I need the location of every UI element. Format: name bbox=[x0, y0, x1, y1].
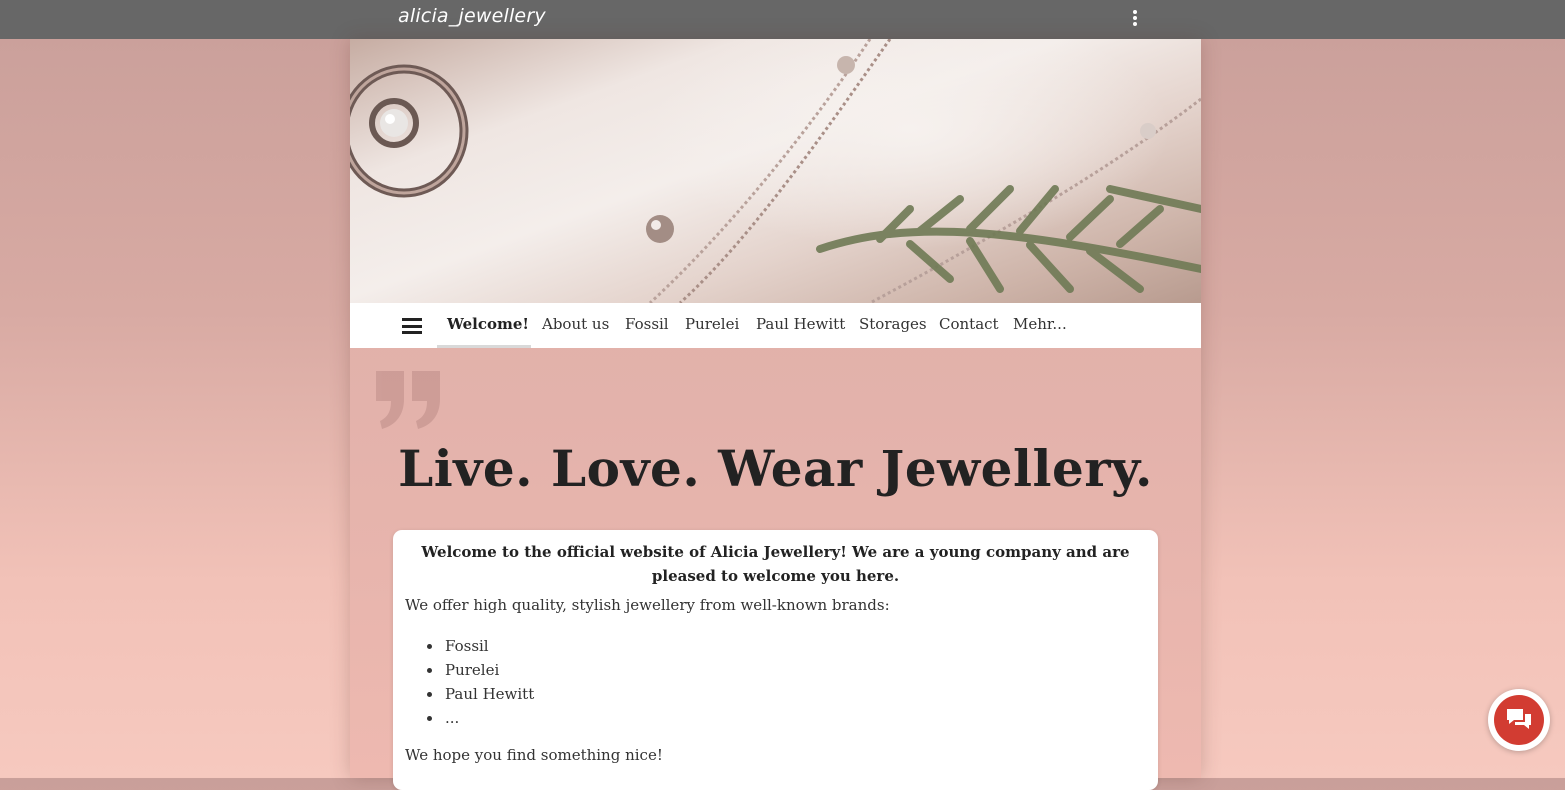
nav-item-more[interactable]: Mehr... bbox=[1013, 315, 1067, 333]
active-tab-indicator bbox=[437, 345, 531, 348]
site-brand[interactable]: alicia_jewellery bbox=[398, 5, 546, 27]
chat-button[interactable] bbox=[1488, 689, 1550, 751]
list-item: Purelei bbox=[425, 658, 534, 682]
jewellery-necklace-photo bbox=[350, 39, 1201, 303]
top-bar: alicia_jewellery bbox=[0, 0, 1565, 39]
quote-icon bbox=[376, 371, 440, 429]
welcome-card: Welcome to the official website of Alici… bbox=[393, 530, 1158, 790]
main-navigation: Welcome! About us Fossil Purelei Paul He… bbox=[350, 303, 1201, 348]
nav-item-contact[interactable]: Contact bbox=[939, 315, 999, 333]
welcome-outro-text: We hope you find something nice! bbox=[405, 746, 663, 764]
page-container: Welcome! About us Fossil Purelei Paul He… bbox=[350, 39, 1201, 790]
hero-image bbox=[350, 39, 1201, 303]
welcome-intro-text: We offer high quality, stylish jewellery… bbox=[405, 596, 890, 614]
list-item: Fossil bbox=[425, 634, 534, 658]
nav-item-purelei[interactable]: Purelei bbox=[685, 315, 739, 333]
nav-item-welcome[interactable]: Welcome! bbox=[447, 315, 529, 333]
more-vertical-icon[interactable] bbox=[1126, 8, 1144, 28]
nav-item-fossil[interactable]: Fossil bbox=[625, 315, 669, 333]
nav-item-paul-hewitt[interactable]: Paul Hewitt bbox=[756, 315, 845, 333]
nav-item-storages[interactable]: Storages bbox=[859, 315, 927, 333]
list-item: Paul Hewitt bbox=[425, 682, 534, 706]
list-item: ... bbox=[425, 706, 534, 730]
brand-list: Fossil Purelei Paul Hewitt ... bbox=[425, 634, 534, 730]
hamburger-icon[interactable] bbox=[402, 318, 422, 334]
welcome-lead-text: Welcome to the official website of Alici… bbox=[421, 543, 1130, 585]
page-headline: Live. Love. Wear Jewellery. bbox=[398, 439, 1153, 498]
chat-bubbles-icon bbox=[1494, 695, 1544, 745]
nav-item-about-us[interactable]: About us bbox=[542, 315, 609, 333]
